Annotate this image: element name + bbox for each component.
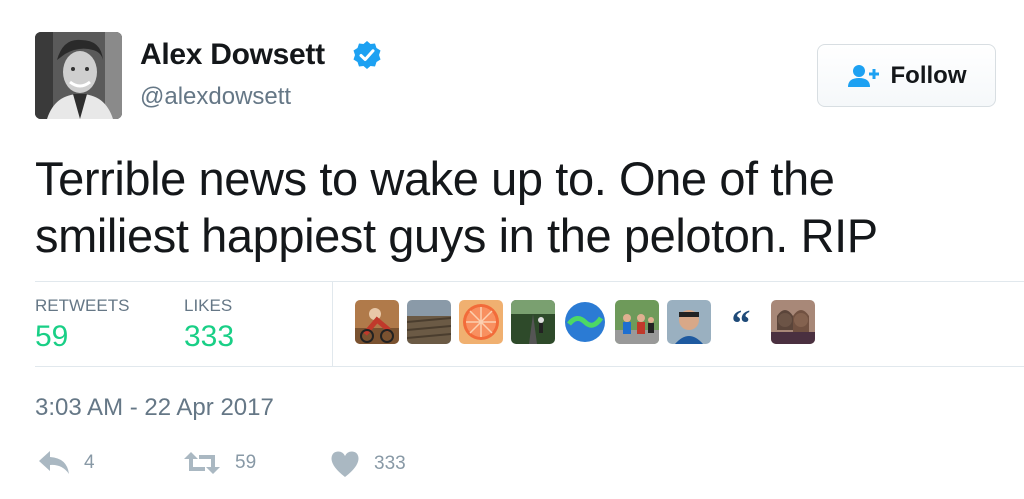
verified-badge-icon xyxy=(353,41,381,69)
reply-button[interactable]: 4 xyxy=(38,450,95,476)
retweets-label[interactable]: RETWEETS xyxy=(35,296,129,316)
divider-top xyxy=(35,281,1024,282)
stats-divider xyxy=(332,282,333,366)
liker-avatar-globe[interactable] xyxy=(563,300,607,344)
tweet-text: Terrible news to wake up to. One of the … xyxy=(35,152,878,262)
liker-avatar-quote[interactable]: “ xyxy=(719,300,763,344)
reply-count: 4 xyxy=(84,452,95,473)
avatar[interactable] xyxy=(35,32,122,119)
follow-button[interactable]: Follow xyxy=(817,44,996,107)
heart-icon xyxy=(331,451,359,477)
liker-avatar-road[interactable] xyxy=(511,300,555,344)
divider-bottom xyxy=(35,366,1024,367)
profile-photo-icon xyxy=(35,32,122,119)
display-name[interactable]: Alex Dowsett xyxy=(140,38,325,72)
reply-icon xyxy=(39,451,69,474)
add-user-icon xyxy=(847,64,879,87)
retweet-count: 59 xyxy=(235,452,257,473)
likes-label[interactable]: LIKES xyxy=(184,296,232,316)
liker-avatar-landscape[interactable] xyxy=(407,300,451,344)
liker-avatar-orange[interactable] xyxy=(459,300,503,344)
retweet-button[interactable]: 59 xyxy=(183,450,256,476)
liker-avatar-group[interactable] xyxy=(615,300,659,344)
likes-count[interactable]: 333 xyxy=(184,320,234,354)
follow-label: Follow xyxy=(890,61,967,89)
liker-avatar-friends[interactable] xyxy=(771,300,815,344)
timestamp[interactable]: 3:03 AM - 22 Apr 2017 xyxy=(35,394,274,422)
retweets-count[interactable]: 59 xyxy=(35,320,68,354)
user-handle[interactable]: @alexdowsett xyxy=(140,83,291,111)
svg-text:“: “ xyxy=(732,303,751,344)
retweet-icon xyxy=(184,452,220,474)
like-button[interactable]: 333 xyxy=(330,450,406,478)
like-count: 333 xyxy=(374,453,406,474)
tweet-card: Alex Dowsett @alexdowsett Follow Terribl… xyxy=(0,0,1024,499)
liker-avatar-selfie[interactable] xyxy=(667,300,711,344)
liker-avatar-cyclist[interactable] xyxy=(355,300,399,344)
